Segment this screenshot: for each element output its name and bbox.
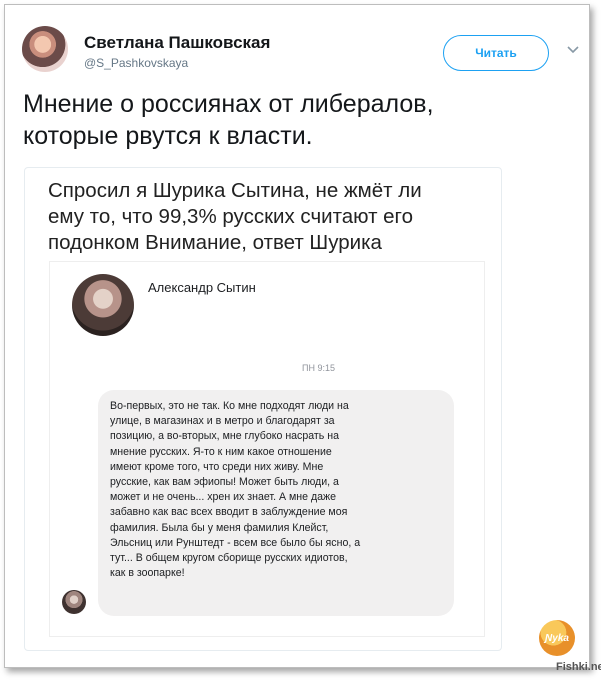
message-line: русские, как вам эфиопы! Может быть люди… [110, 476, 339, 489]
author-handle[interactable]: @S_Pashkovskaya [84, 56, 188, 70]
site-logo: Ɲyka [539, 620, 575, 656]
follow-button[interactable]: Читать [443, 35, 549, 71]
sender-name: Александр Сытин [148, 280, 256, 295]
message-line: как в зоопарке! [110, 567, 185, 580]
card-caption-line: подонком Внимание, ответ Шурика [48, 231, 382, 254]
chevron-down-icon[interactable] [566, 44, 580, 56]
message-line: позицию, а во-вторых, мне глубоко насрат… [110, 430, 339, 443]
message-text: Во-первых, это не так. Ко мне подходят л… [110, 399, 446, 581]
message-line: забавно как вас всех вводит в заблуждени… [110, 506, 348, 519]
tweet-text: Мнение о россиянах от либералов, которые… [23, 88, 563, 152]
message-line: Во-первых, это не так. Ко мне подходят л… [110, 400, 349, 412]
author-name[interactable]: Светлана Пашковская [84, 33, 270, 53]
card-caption: Спросил я Шурика Сытина, не жмёт ли ему … [48, 178, 488, 256]
tweet-text-line: Мнение о россиянах от либералов, [23, 90, 434, 118]
sender-small-avatar [62, 590, 86, 614]
author-avatar[interactable] [22, 26, 68, 72]
message-line: мнение русских. Я-то к ним какое отношен… [110, 445, 332, 458]
message-line: фамилия. Была бы у меня фамилия Клейст, [110, 521, 329, 534]
message-line: имеют кроме того, что среди них живу. Мн… [110, 460, 324, 473]
card-caption-line: ему то, что 99,3% русских считают его [48, 205, 413, 228]
watermark: Fishki.net [556, 661, 601, 673]
message-line: может и не очень... хрен их знает. А мне… [110, 491, 337, 504]
message-line: тут... В общем кругом сборище русских ид… [110, 552, 348, 565]
message-timestamp: ПН 9:15 [302, 363, 335, 373]
message-line: улице, в магазинах и в метро и благодаря… [110, 415, 335, 428]
message-line: Эльсниц или Рунштедт - всем все было бы … [110, 536, 361, 549]
card-caption-line: Спросил я Шурика Сытина, не жмёт ли [48, 179, 422, 202]
sender-avatar [72, 274, 134, 336]
tweet-text-line: которые рвутся к власти. [23, 122, 313, 150]
